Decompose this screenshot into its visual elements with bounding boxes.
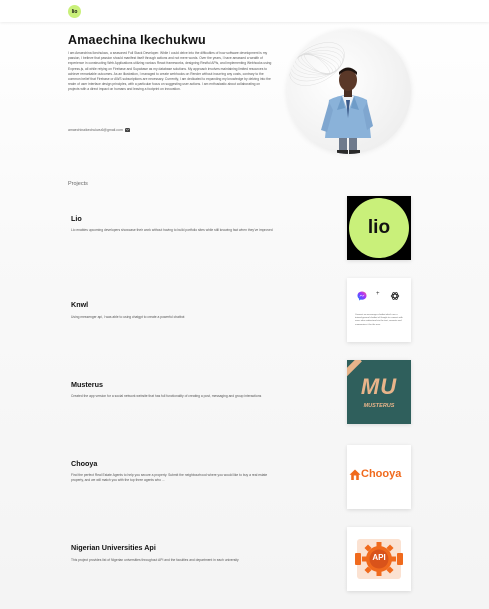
house-icon <box>349 469 361 480</box>
project-description: This project provides list of Nigerian u… <box>71 558 239 562</box>
messenger-icon <box>357 291 367 301</box>
musterus-logo-text: MU <box>360 374 398 399</box>
lio-logo-text: lio <box>367 217 391 238</box>
project-thumbnail-chooya[interactable]: Chooya <box>347 445 411 509</box>
email-text[interactable]: amaechinaikechukwu6@gmail.com <box>68 128 123 132</box>
project-card-knwl[interactable]: Knwl Using messenger api, I was able to … <box>68 278 413 344</box>
top-nav: lio <box>0 0 489 22</box>
project-card-musterus[interactable]: Musterus Created the app version for a s… <box>68 360 413 426</box>
lio-logo-circle: lio <box>349 198 409 258</box>
project-title[interactable]: Nigerian Universities Api <box>71 543 156 552</box>
projects-heading: Projects <box>68 181 88 187</box>
chooya-wordmark: Chooya <box>361 468 402 480</box>
project-description: Find the perfect Real Estate Agents to h… <box>71 473 268 483</box>
project-card-chooya[interactable]: Chooya Find the perfect Real Estate Agen… <box>68 445 413 511</box>
project-description: Lio enables upcoming developers showcase… <box>71 228 273 232</box>
project-description: Created the app version for a social net… <box>71 394 262 398</box>
plus-sign: + <box>376 291 380 297</box>
api-label: API <box>372 553 386 562</box>
chatgpt-icon <box>390 292 400 300</box>
bio-text: I am Amaechina Ikechukwu, a seasoned Ful… <box>68 51 272 92</box>
project-description: Using messenger api, I was able to using… <box>71 315 185 319</box>
project-title[interactable]: Musterus <box>71 380 103 389</box>
project-thumbnail-lio[interactable]: lio <box>347 196 411 260</box>
project-title[interactable]: Lio <box>71 214 82 223</box>
avatar-photo <box>289 42 373 154</box>
musterus-wordmark: MUSTERUS <box>363 403 395 409</box>
logo-button[interactable]: lio <box>68 5 81 18</box>
project-thumbnail-musterus[interactable]: MU MUSTERUS <box>347 360 411 424</box>
project-title[interactable]: Knwl <box>71 300 88 309</box>
project-card-nigerian-universities-api[interactable]: Nigerian Universities Api This project p… <box>68 527 413 593</box>
mail-icon[interactable] <box>124 128 130 132</box>
email-contact[interactable]: amaechinaikechukwu6@gmail.com <box>68 128 130 132</box>
thumb-caption: Connect on messenger chatbot which use a… <box>355 314 403 326</box>
project-card-lio[interactable]: Lio Lio enables upcoming developers show… <box>68 196 413 262</box>
logo-text: lio <box>71 8 78 15</box>
project-thumbnail-api[interactable]: API <box>347 527 411 591</box>
page-title: Amaechina Ikechukwu <box>68 33 206 47</box>
avatar <box>287 30 411 154</box>
project-thumbnail-knwl[interactable]: + Connect on messenger chatbot which use… <box>347 278 411 342</box>
project-title[interactable]: Chooya <box>71 459 97 468</box>
